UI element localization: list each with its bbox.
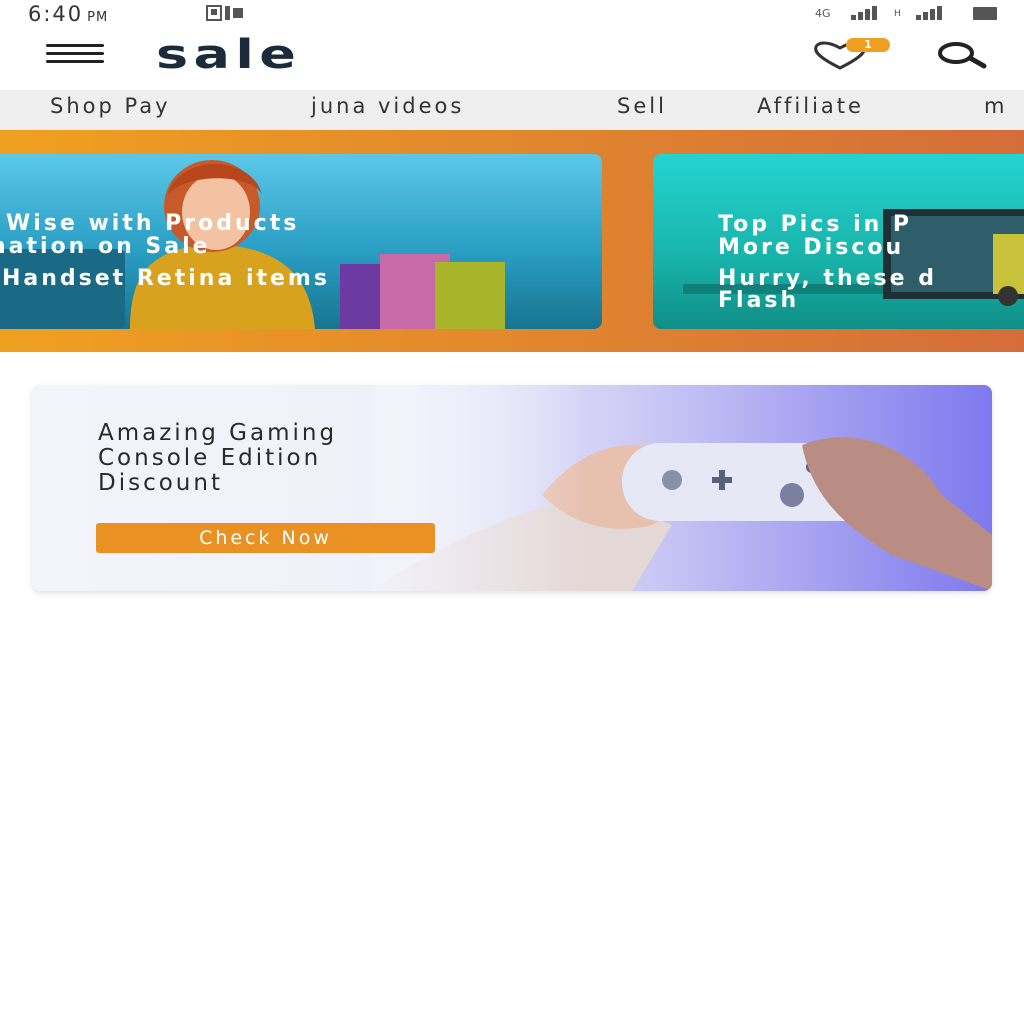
promo-1-line-1: Wise with Products <box>6 211 300 236</box>
notification-icon <box>206 5 243 21</box>
feature-title-line-3: Discount <box>98 470 223 496</box>
menu-icon-bar <box>46 60 104 63</box>
status-time: 6:40 PM <box>28 2 108 26</box>
nav-item-sell[interactable]: Sell <box>617 94 667 118</box>
category-nav: Shop Pay juna videos Sell Affiliate m <box>0 90 1024 130</box>
nav-item-juna-videos[interactable]: juna videos <box>311 94 464 118</box>
promo-2-line-2: More Discou <box>718 235 905 260</box>
menu-icon-bar <box>46 52 104 55</box>
check-now-button[interactable]: Check Now <box>96 523 435 553</box>
battery-icon <box>973 7 997 20</box>
promo-carousel[interactable]: Wise with Products nation on Sale Handse… <box>0 130 1024 352</box>
gaming-controller-image <box>372 385 992 591</box>
promo-1-line-3: Handset Retina items <box>2 266 330 291</box>
status-bar: 6:40 PM 4G H <box>0 0 1024 28</box>
menu-icon <box>46 44 104 47</box>
promo-card-shopping[interactable]: Wise with Products nation on Sale Handse… <box>0 154 602 329</box>
promo-card-tech[interactable]: Top Pics in P More Discou Hurry, these d… <box>653 154 1024 329</box>
search-button[interactable] <box>932 40 988 70</box>
promo-2-line-4: Flash <box>718 288 800 313</box>
nav-item-more[interactable]: m <box>984 94 1007 118</box>
svg-text:4G: 4G <box>815 7 831 20</box>
status-time-value: 6:40 <box>28 2 84 26</box>
status-ampm: PM <box>87 10 109 25</box>
promo-2-line-1: Top Pics in P <box>718 212 913 237</box>
menu-button[interactable] <box>46 42 106 66</box>
app-header: sale 1 <box>0 28 1024 90</box>
feature-title-line-1: Amazing Gaming <box>98 420 338 446</box>
signal-icon: 4G H <box>815 6 997 20</box>
nav-item-affiliate[interactable]: Affiliate <box>757 94 864 118</box>
nav-item-shop-pay[interactable]: Shop Pay <box>50 94 171 118</box>
wishlist-count-badge: 1 <box>846 38 890 52</box>
feature-title: Amazing Gaming Console Edition Discount <box>98 421 337 496</box>
brand-logo[interactable]: sale <box>156 32 301 78</box>
wishlist-button[interactable]: 1 <box>812 38 892 80</box>
svg-text:H: H <box>894 9 901 19</box>
promo-1-line-2: nation on Sale <box>0 234 211 259</box>
gaming-feature-card[interactable]: Amazing Gaming Console Edition Discount … <box>32 385 992 591</box>
feature-title-line-2: Console Edition <box>98 445 322 471</box>
search-icon <box>938 42 987 69</box>
